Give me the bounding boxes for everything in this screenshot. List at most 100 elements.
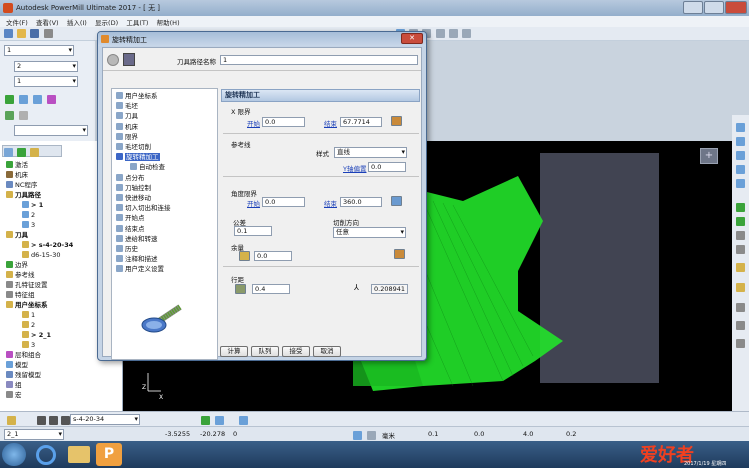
- allowance-icon[interactable]: [239, 251, 250, 261]
- explorer-tree-item[interactable]: d6-15-30: [22, 251, 61, 260]
- explorer-tree-item[interactable]: 层和组合: [6, 351, 41, 360]
- strategy-tree-item[interactable]: 开始点: [116, 214, 145, 223]
- menu-view[interactable]: 查看(V): [36, 17, 59, 27]
- menu-tools[interactable]: 工具(T): [126, 17, 148, 27]
- tool-shape-icon[interactable]: [61, 416, 70, 425]
- shading-icon[interactable]: [736, 321, 745, 330]
- cut-direction-select[interactable]: 任意: [333, 227, 406, 238]
- scallop-input[interactable]: 0.208941: [371, 284, 408, 294]
- explorer-tree-item[interactable]: 刀具路径: [6, 191, 41, 200]
- explorer-tree-item[interactable]: NC程序: [6, 181, 37, 190]
- toolpath-combo[interactable]: 1: [4, 45, 74, 56]
- queue-button[interactable]: 队列: [251, 346, 279, 357]
- strategy-tree-item[interactable]: 切入切出和连接: [116, 204, 171, 213]
- explorer-tree-item[interactable]: 模型: [6, 361, 28, 370]
- tool-holder-icon[interactable]: [215, 416, 224, 425]
- shading-icon[interactable]: [736, 339, 745, 348]
- cancel-button[interactable]: 取消: [313, 346, 341, 357]
- menu-help[interactable]: 帮助(H): [157, 17, 180, 27]
- shading-icon[interactable]: [736, 217, 745, 226]
- strategy-tree-item[interactable]: 用户坐标系: [116, 92, 158, 101]
- stock-icon[interactable]: [19, 111, 28, 120]
- toolbar-icon[interactable]: [448, 29, 458, 38]
- ucs-combo[interactable]: 2: [14, 61, 78, 72]
- explorer-tree-item[interactable]: 用户坐标系: [6, 301, 48, 310]
- angle-end-link[interactable]: 结束: [324, 198, 337, 208]
- explorer-tree-item[interactable]: 2: [22, 321, 35, 330]
- explorer-tree-item[interactable]: > 2_1: [22, 331, 51, 340]
- pick-limit-icon[interactable]: [391, 116, 402, 126]
- strategy-tree-item[interactable]: 旋转精加工: [116, 153, 160, 162]
- allowance-input[interactable]: 0.0: [254, 251, 292, 261]
- y-offset-input[interactable]: 0.0: [368, 162, 406, 172]
- close-button[interactable]: [725, 1, 747, 14]
- strategy-tree-item[interactable]: 注释和描述: [116, 255, 158, 264]
- angle-start-input[interactable]: 0.0: [262, 197, 305, 207]
- explorer-tree-item[interactable]: 残留模型: [6, 371, 41, 380]
- print-icon[interactable]: [43, 29, 53, 38]
- units-icon[interactable]: [367, 431, 376, 440]
- toolbar-icon[interactable]: [462, 29, 472, 38]
- ucs-status-combo[interactable]: 2_1: [4, 429, 64, 440]
- open-icon[interactable]: [17, 29, 27, 38]
- minimize-button[interactable]: [683, 1, 703, 14]
- save-icon[interactable]: [30, 29, 40, 38]
- explorer-tree-item[interactable]: 特征组: [6, 291, 35, 300]
- tool-shape-icon[interactable]: [37, 416, 46, 425]
- x-end-link[interactable]: 结束: [324, 118, 337, 128]
- dialog-close-button[interactable]: ✕: [401, 33, 423, 44]
- toolpath-name-input[interactable]: 1: [220, 55, 418, 65]
- explorer-tab-icon[interactable]: [4, 148, 13, 157]
- powermill-task-icon[interactable]: P: [96, 443, 122, 466]
- tool-holder-icon[interactable]: [239, 416, 248, 425]
- explorer-tree-item[interactable]: 机床: [6, 171, 28, 180]
- angle-start-link[interactable]: 开始: [247, 198, 260, 208]
- view-icon[interactable]: [736, 179, 745, 188]
- component-allowance-icon[interactable]: [394, 249, 405, 259]
- explorer-tree-item[interactable]: 3: [22, 221, 35, 230]
- strategy-tree-item[interactable]: 自动检查: [130, 163, 165, 172]
- toolbar-icon[interactable]: [435, 29, 445, 38]
- strategy-tree-item[interactable]: 机床: [116, 122, 138, 132]
- explorer-tree-item[interactable]: 刀具: [6, 231, 28, 240]
- active-tool-combo[interactable]: s-4-20-34: [70, 414, 140, 425]
- x-start-input[interactable]: 0.0: [262, 117, 305, 127]
- strategy-tree-item[interactable]: 快进移动: [116, 194, 151, 203]
- level-icon[interactable]: [47, 95, 56, 104]
- boundary-icon[interactable]: [5, 95, 14, 104]
- calculate-button[interactable]: 计算: [220, 346, 248, 357]
- tool-shape-icon[interactable]: [49, 416, 58, 425]
- explorer-tree-item[interactable]: 1: [22, 311, 35, 320]
- book-icon[interactable]: [123, 53, 135, 66]
- shading-icon[interactable]: [736, 283, 745, 292]
- tool-icon[interactable]: [7, 416, 16, 425]
- stepover-input[interactable]: 0.4: [252, 284, 290, 294]
- explorer-tree-item[interactable]: 边界: [6, 261, 28, 270]
- accept-button[interactable]: 接受: [282, 346, 310, 357]
- view-icon[interactable]: [736, 151, 745, 160]
- view-cube-icon[interactable]: +: [700, 148, 718, 164]
- explorer-tree-item[interactable]: 孔特征设置: [6, 281, 48, 290]
- explorer-tree-item[interactable]: 宏: [6, 391, 22, 400]
- strategy-tree-item[interactable]: 限界: [116, 132, 138, 142]
- shading-icon[interactable]: [736, 231, 745, 240]
- explorer-tree-item[interactable]: 组: [6, 381, 22, 390]
- explorer-tree-item[interactable]: 3: [22, 341, 35, 350]
- strategy-tree-item[interactable]: 用户定义设置: [116, 265, 164, 274]
- menu-display[interactable]: 显示(D): [95, 17, 118, 27]
- start-button[interactable]: [2, 443, 26, 466]
- x-start-link[interactable]: 开始: [247, 118, 260, 128]
- grid-icon[interactable]: [353, 431, 362, 440]
- shading-icon[interactable]: [736, 303, 745, 312]
- explorer-tree-item[interactable]: > 1: [22, 201, 43, 210]
- pattern-icon[interactable]: [19, 95, 28, 104]
- selection-combo[interactable]: [14, 125, 88, 136]
- angle-end-input[interactable]: 360.0: [340, 197, 382, 207]
- strategy-tree-item[interactable]: 毛坯切削: [116, 143, 151, 152]
- gear-icon[interactable]: [107, 54, 119, 66]
- explorer-tree-item[interactable]: 2: [22, 211, 35, 220]
- feature-icon[interactable]: [33, 95, 42, 104]
- style-select[interactable]: 直线: [334, 147, 407, 158]
- strategy-tree-item[interactable]: 刀具: [116, 112, 138, 121]
- explorer-tab-icon[interactable]: [30, 148, 40, 157]
